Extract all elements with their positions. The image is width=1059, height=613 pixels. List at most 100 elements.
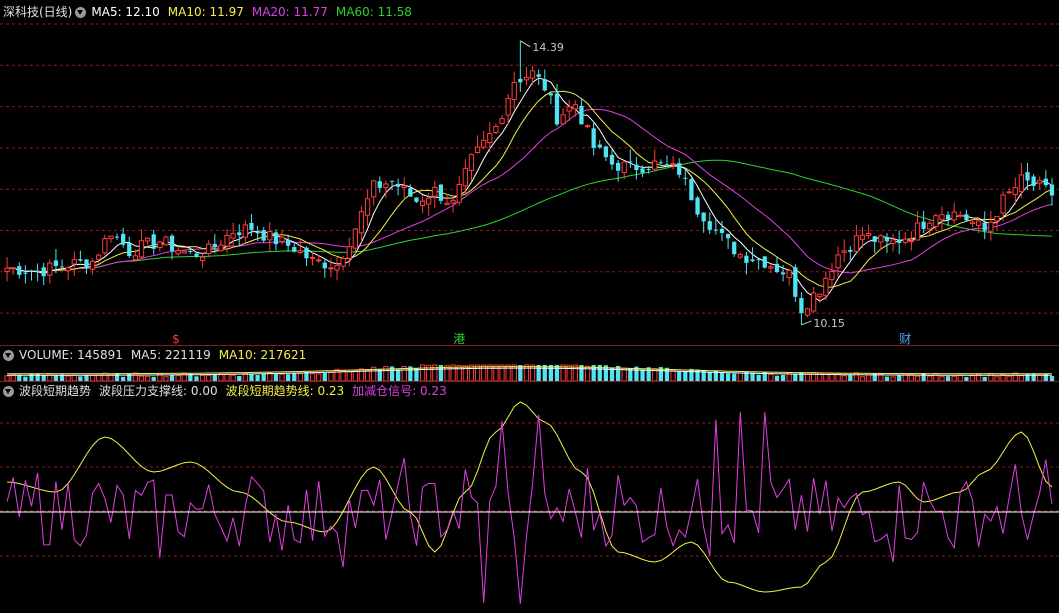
candle-body: [163, 236, 169, 246]
candle-body: [957, 214, 963, 217]
candle-body: [652, 160, 658, 170]
candle-body: [414, 197, 419, 202]
candle-body: [975, 220, 982, 226]
candle-body: [358, 211, 365, 234]
candle-body: [408, 188, 413, 197]
candle-body: [829, 271, 835, 281]
candle-body: [96, 254, 102, 260]
candle-body: [677, 163, 682, 175]
volume-bar: [364, 369, 371, 382]
candle-body: [725, 233, 731, 239]
candle-body: [670, 163, 676, 166]
candle-body: [151, 234, 156, 249]
candle-body: [793, 267, 798, 297]
candle-body: [732, 241, 737, 255]
candle-body: [309, 256, 316, 259]
candle-body: [841, 250, 847, 253]
volume-bar: [419, 364, 426, 382]
candle-body: [964, 214, 969, 221]
volume-bar: [309, 373, 316, 382]
high-price-label: 14.39: [532, 41, 564, 54]
candle-body: [603, 146, 609, 158]
candle-body: [242, 224, 249, 238]
candle-body: [897, 239, 902, 243]
candlestick-chart[interactable]: 14.39 10.15 $ 港 财: [0, 0, 1059, 345]
candle-body: [597, 144, 602, 148]
candle-body: [1012, 187, 1018, 196]
candle-body: [29, 270, 34, 272]
volume-ma5-line: [7, 367, 1052, 376]
candle-body: [566, 106, 572, 112]
volume-bar: [181, 372, 187, 382]
candle-body: [1037, 180, 1043, 184]
volume-bar: [511, 364, 517, 382]
candle-body: [835, 254, 841, 269]
candle-body: [701, 212, 706, 222]
candle-body: [511, 81, 517, 101]
volume-bar: [249, 374, 254, 381]
candle-body: [102, 238, 108, 254]
candle-body: [188, 250, 193, 253]
candle-body: [744, 255, 749, 263]
candle-body: [261, 230, 266, 241]
candle-body: [23, 272, 28, 274]
volume-bar: [487, 364, 493, 382]
signal-line: [6, 411, 1053, 604]
volume-bar: [132, 372, 139, 382]
candle-body: [212, 243, 217, 247]
candle-body: [689, 179, 694, 201]
candle-body: [591, 128, 596, 148]
volume-bar: [47, 373, 53, 382]
candle-body: [890, 239, 896, 244]
candle-body: [157, 241, 163, 248]
candle-body: [768, 266, 774, 269]
candle-body: [1025, 172, 1030, 181]
candle-body: [114, 236, 120, 238]
volume-panel[interactable]: VOLUME: 145891 MA5: 221119 MA10: 217621: [0, 345, 1059, 383]
candle-body: [658, 162, 664, 164]
candle-body: [199, 256, 206, 262]
candle-body: [804, 308, 811, 316]
candle-body: [1006, 191, 1012, 194]
indicator-panel[interactable]: 波段短期趋势 波段压力支撑线: 0.00 波段短期趋势线: 0.23 加减仓信号…: [0, 381, 1059, 613]
candle-body: [377, 181, 382, 188]
indicator-chart[interactable]: [0, 381, 1059, 613]
candle-body: [615, 162, 621, 171]
volume-bar: [334, 368, 340, 382]
candle-body: [908, 240, 915, 243]
volume-bar: [554, 365, 560, 381]
candle-body: [249, 222, 254, 230]
candle-body: [933, 215, 939, 228]
candle-body: [121, 233, 126, 245]
candle-body: [914, 222, 921, 241]
candle-body: [297, 250, 303, 253]
candle-body: [395, 184, 401, 187]
volume-bar: [297, 373, 303, 382]
volume-bar: [529, 364, 536, 382]
volume-bar: [279, 373, 285, 382]
candle-body: [426, 197, 432, 205]
volume-bar: [322, 372, 327, 381]
volume-bar: [493, 364, 499, 382]
candle-body: [939, 214, 945, 221]
candle-body: [230, 233, 236, 239]
volume-chart[interactable]: [0, 345, 1059, 383]
candle-body: [285, 239, 291, 246]
candle-body: [493, 125, 499, 134]
candle-body: [206, 243, 212, 255]
candle-body: [462, 167, 468, 187]
price-panel[interactable]: 深科技(日线) MA5: 12.10 MA10: 11.97 MA20: 11.…: [0, 0, 1059, 345]
volume-bar: [689, 368, 694, 381]
low-pointer: [801, 320, 812, 326]
candle-body: [756, 259, 761, 261]
candle-body: [468, 153, 475, 172]
candle-body: [456, 184, 462, 203]
candle-body: [945, 214, 951, 220]
candle-body: [853, 235, 860, 252]
volume-bar: [725, 373, 731, 381]
candle-body: [640, 168, 645, 173]
candle-body: [322, 262, 327, 269]
candle-body: [352, 228, 358, 249]
volume-bar: [292, 373, 297, 381]
candle-body: [1000, 194, 1006, 214]
